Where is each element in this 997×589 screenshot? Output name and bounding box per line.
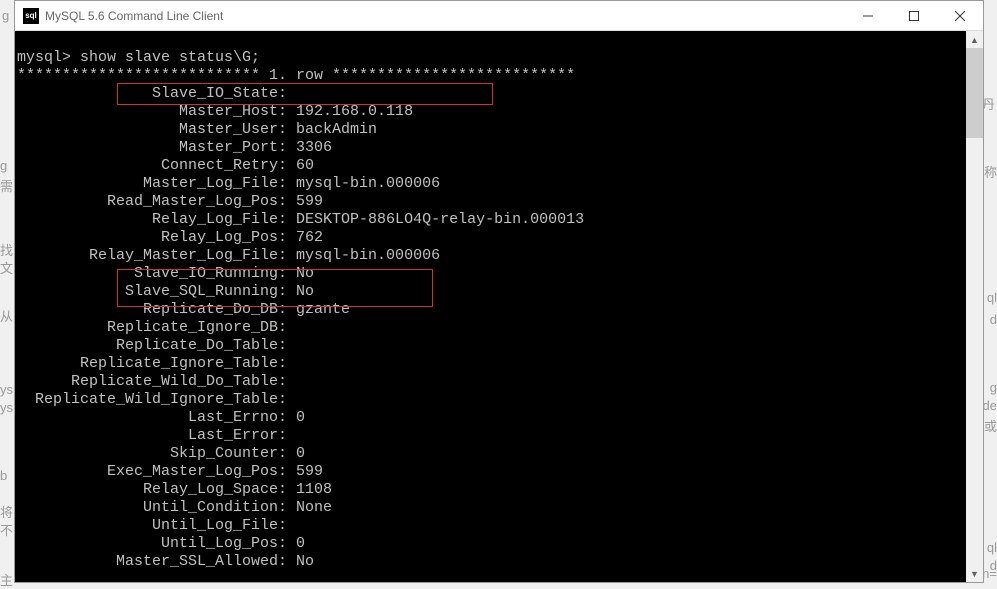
terminal-field-line: Master_Port: 3306: [17, 139, 983, 157]
maximize-button[interactable]: [891, 1, 937, 31]
terminal-field-line: Master_Host: 192.168.0.118: [17, 103, 983, 121]
bg-text: 需: [0, 176, 13, 195]
scrollbar-down-button[interactable]: ▼: [966, 565, 983, 582]
terminal-field-line: Master_Log_File: mysql-bin.000006: [17, 175, 983, 193]
bg-text: g: [2, 8, 9, 23]
terminal-field-line: Replicate_Wild_Ignore_Table:: [17, 391, 983, 409]
bg-text: b: [0, 468, 7, 483]
terminal-field-line: Read_Master_Log_Pos: 599: [17, 193, 983, 211]
bg-text: g: [990, 380, 997, 395]
bg-text: de: [983, 398, 997, 413]
terminal-row-header: *************************** 1. row *****…: [17, 67, 983, 85]
terminal-field-line: Connect_Retry: 60: [17, 157, 983, 175]
terminal-field-line: Replicate_Do_Table:: [17, 337, 983, 355]
app-icon: sql: [23, 8, 39, 24]
scrollbar-up-button[interactable]: ▲: [966, 31, 983, 48]
titlebar[interactable]: sql MySQL 5.6 Command Line Client: [15, 1, 983, 31]
bg-text: ys: [0, 400, 13, 415]
terminal-field-line: Skip_Counter: 0: [17, 445, 983, 463]
window-title: MySQL 5.6 Command Line Client: [45, 9, 845, 23]
terminal-field-line: Slave_SQL_Running: No: [17, 283, 983, 301]
terminal-field-line: Master_SSL_Allowed: No: [17, 553, 983, 571]
terminal-command-line: mysql> show slave status\G;: [17, 49, 983, 67]
bg-text: ys: [0, 382, 13, 397]
terminal-field-line: Exec_Master_Log_Pos: 599: [17, 463, 983, 481]
terminal-field-line: Replicate_Ignore_DB:: [17, 319, 983, 337]
terminal-field-line: Replicate_Ignore_Table:: [17, 355, 983, 373]
terminal-field-line: Until_Log_Pos: 0: [17, 535, 983, 553]
bg-text: 将: [0, 502, 13, 521]
terminal-line: [17, 31, 983, 49]
bg-text: ql: [987, 540, 997, 555]
bg-text: ql: [987, 290, 997, 305]
bg-text: 文: [0, 258, 13, 277]
bg-text: 主: [0, 570, 13, 589]
terminal-field-line: Relay_Log_Pos: 762: [17, 229, 983, 247]
terminal-field-line: Until_Condition: None: [17, 499, 983, 517]
bg-text: 不: [0, 520, 13, 539]
terminal-field-line: Until_Log_File:: [17, 517, 983, 535]
bg-text: d: [990, 312, 997, 327]
terminal-field-line: Slave_IO_Running: No: [17, 265, 983, 283]
bg-text: 称: [984, 162, 997, 181]
scrollbar[interactable]: ▲ ▼: [966, 31, 983, 582]
app-window: sql MySQL 5.6 Command Line Client mysql>…: [14, 0, 984, 583]
minimize-button[interactable]: [845, 1, 891, 31]
terminal-field-line: Relay_Log_File: DESKTOP-886LO4Q-relay-bi…: [17, 211, 983, 229]
bg-text: 或: [984, 416, 997, 435]
terminal-area[interactable]: mysql> show slave status\G;*************…: [15, 31, 983, 582]
bg-text: g: [0, 158, 7, 173]
bg-text: 从: [0, 306, 13, 325]
scrollbar-thumb[interactable]: [966, 48, 983, 138]
terminal-field-line: Last_Errno: 0: [17, 409, 983, 427]
terminal-field-line: Master_User: backAdmin: [17, 121, 983, 139]
terminal-field-line: Replicate_Wild_Do_Table:: [17, 373, 983, 391]
close-button[interactable]: [937, 1, 983, 31]
terminal-field-line: Slave_IO_State:: [17, 85, 983, 103]
terminal-field-line: Replicate_Do_DB: gzante: [17, 301, 983, 319]
terminal-field-line: Relay_Log_Space: 1108: [17, 481, 983, 499]
bg-text: 找: [0, 240, 13, 259]
terminal-field-line: Last_Error:: [17, 427, 983, 445]
terminal-field-line: Relay_Master_Log_File: mysql-bin.000006: [17, 247, 983, 265]
